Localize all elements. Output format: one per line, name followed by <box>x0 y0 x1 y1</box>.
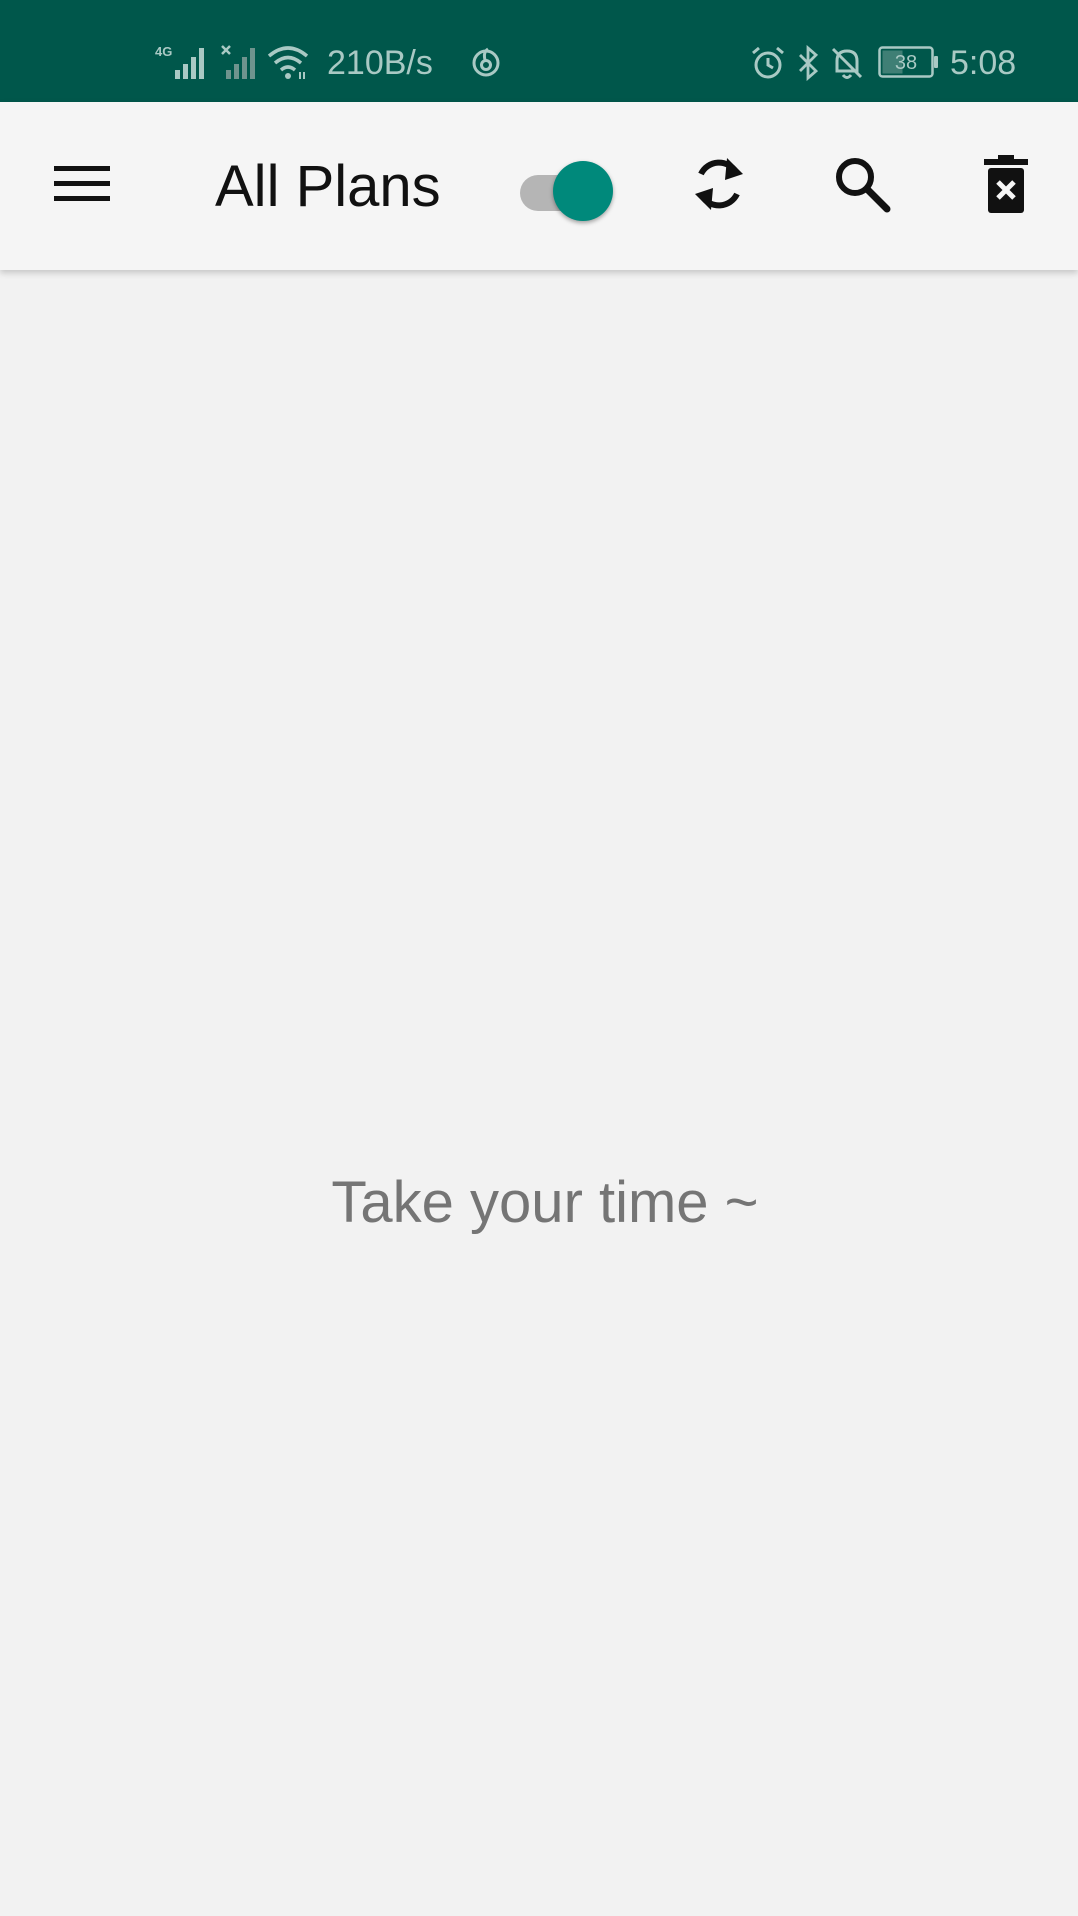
app-toolbar: All Plans <box>0 102 1078 270</box>
search-button[interactable] <box>814 138 910 234</box>
delete-forever-icon <box>984 154 1028 218</box>
plans-list-area: Take your time ~ <box>0 270 1078 1916</box>
plans-toggle-switch[interactable] <box>518 158 616 221</box>
menu-button[interactable] <box>34 138 130 234</box>
alarm-icon <box>750 45 786 86</box>
empty-state-message: Take your time ~ <box>331 1170 759 1235</box>
switch-thumb <box>553 161 613 221</box>
page-title: All Plans <box>215 154 441 219</box>
signal-no-sim-icon <box>220 44 260 85</box>
signal-4g-icon: 4G <box>155 44 211 85</box>
status-bar: 4G 210B/s 38 5:08 <box>0 0 1078 102</box>
battery-icon: 38 <box>878 46 940 83</box>
wifi-icon <box>266 44 310 85</box>
search-icon <box>833 155 891 218</box>
hamburger-menu-icon <box>54 164 110 209</box>
svg-text:4G: 4G <box>155 44 172 59</box>
svg-text:38: 38 <box>895 52 917 74</box>
bluetooth-icon <box>796 44 820 86</box>
netease-music-icon <box>470 46 502 83</box>
delete-all-button[interactable] <box>958 138 1054 234</box>
sync-icon <box>689 152 749 221</box>
clock: 5:08 <box>950 44 1017 82</box>
sync-button[interactable] <box>671 138 767 234</box>
notifications-off-icon <box>830 45 864 86</box>
network-speed: 210B/s <box>327 44 433 82</box>
